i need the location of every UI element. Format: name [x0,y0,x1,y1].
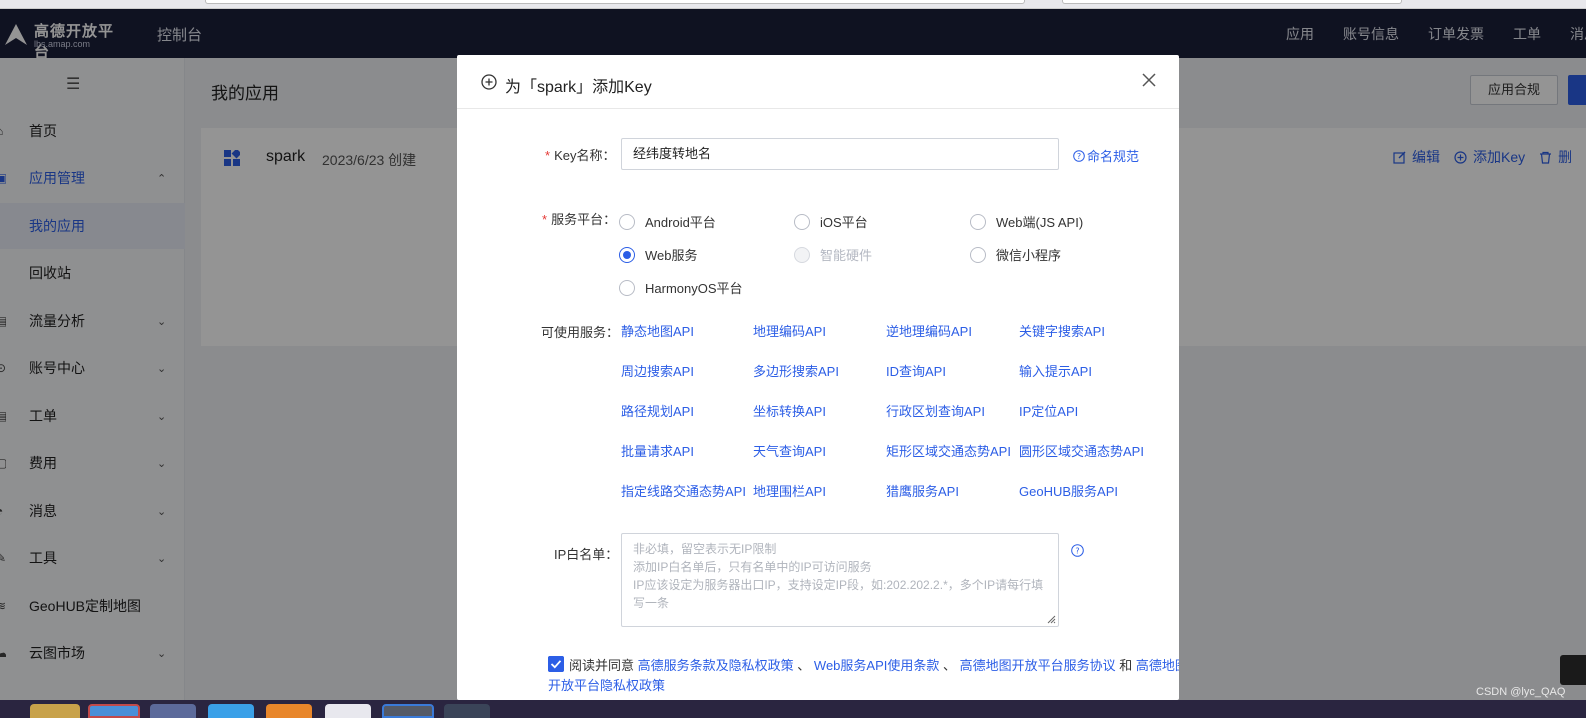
services-label: 可使用服务： [541,325,620,340]
placeholder-line: IP应该设定为服务器出口IP，支持设定IP段，如:202.202.2.*，多个I… [633,578,1044,592]
close-icon[interactable] [1141,72,1157,88]
separator: 、 [797,658,811,673]
radio-button [970,246,986,263]
api-link[interactable]: 静态地图API [621,321,694,340]
add-key-modal: 为「spark」添加Key * Key名称： 经纬度转地名 ? 命名规范 * 服务平… [457,55,1179,700]
add-circle-icon [481,74,497,90]
modal-title: 为「spark」添加Key [505,79,652,96]
radio-web-js[interactable]: Web端(JS API) [970,212,1083,231]
radio-smart-hardware: 智能硬件 [794,245,872,264]
api-link[interactable]: 周边搜索API [621,361,694,380]
placeholder-line: 写一条 [633,596,670,610]
api-link[interactable]: 指定线路交通态势API [621,481,746,500]
radio-button [619,246,635,263]
ip-whitelist-label: IP白名单： [554,547,619,562]
radio-button [970,213,986,230]
api-link[interactable]: IP定位API [1019,401,1078,420]
key-name-label: * Key名称： [545,148,616,163]
radio-android[interactable]: Android平台 [619,212,716,231]
terminal-app-icon[interactable] [444,704,490,718]
agree-checkbox[interactable] [548,656,564,672]
api-link[interactable]: 地理围栏API [753,481,826,500]
terms-privacy-link[interactable]: 高德服务条款及隐私权政策 [638,658,794,673]
help-circle-icon: ? [1073,149,1085,162]
browser-app-icon[interactable] [88,704,140,718]
browser-tab-strip [0,0,1586,9]
radio-button [794,213,810,230]
app-icon[interactable] [382,704,434,718]
web-api-terms-link[interactable]: Web服务API使用条款 [814,658,939,673]
radio-ios[interactable]: iOS平台 [794,212,868,231]
api-link[interactable]: 猎鹰服务API [886,481,959,500]
api-link[interactable]: 天气查询API [753,441,826,460]
api-link[interactable]: 批量请求API [621,441,694,460]
svg-text:?: ? [1077,152,1081,161]
api-link[interactable]: 路径规划API [621,401,694,420]
app-icon[interactable] [208,704,254,718]
api-link[interactable]: 地理编码API [753,321,826,340]
resize-handle-icon[interactable] [1047,615,1056,624]
api-link[interactable]: 坐标转换API [753,401,826,420]
browser-address-bar[interactable] [205,0,1025,4]
naming-rules-label: 命名规范 [1087,149,1140,164]
platform-label: * 服务平台： [542,212,617,227]
platform-privacy-link[interactable]: 高德地图 [1136,658,1179,673]
svg-text:?: ? [1075,547,1079,556]
key-name-input[interactable]: 经纬度转地名 [621,138,1059,170]
placeholder-line: 非必填，留空表示无IP限制 [633,542,777,556]
naming-rules-link[interactable]: ? 命名规范 [1073,146,1139,165]
taskbar [0,700,1586,718]
api-link[interactable]: 关键字搜索API [1019,321,1105,340]
conjunction: 和 [1119,658,1133,673]
help-circle-icon[interactable]: ? [1071,544,1084,557]
modal-header: 为「spark」添加Key [457,55,1179,109]
api-link[interactable]: 圆形区域交通态势API [1019,441,1144,460]
browser-search-bar[interactable] [1062,0,1402,4]
separator: 、 [943,658,957,673]
ip-whitelist-textarea[interactable]: 非必填，留空表示无IP限制 添加IP白名单后，只有名单中的IP可访问服务 IP应… [621,533,1059,627]
api-link[interactable]: 输入提示API [1019,361,1092,380]
radio-button [619,279,635,296]
radio-harmonyos[interactable]: HarmonyOS平台 [619,278,743,297]
placeholder-line: 添加IP白名单后，只有名单中的IP可访问服务 [633,560,872,574]
api-link[interactable]: 行政区划查询API [886,401,985,420]
api-link[interactable]: 矩形区域交通态势API [886,441,1011,460]
watermark: CSDN @lyc_QAQ [1476,686,1566,698]
floating-widget[interactable] [1560,655,1586,685]
files-app-icon[interactable] [30,704,80,718]
radio-button [794,246,810,263]
radio-button [619,213,635,230]
api-link[interactable]: GeoHUB服务API [1019,481,1118,500]
api-link[interactable]: 逆地理编码API [886,321,972,340]
app-icon[interactable] [325,704,371,718]
platform-service-agreement-link[interactable]: 高德地图开放平台服务协议 [960,658,1116,673]
agree-prefix: 阅读并同意 [569,658,635,673]
agreement-text: 阅读并同意 高德服务条款及隐私权政策 、 Web服务API使用条款 、 高德地图… [569,655,1179,674]
app-icon[interactable] [150,704,196,718]
api-link[interactable]: ID查询API [886,361,946,380]
radio-wechat-miniprogram[interactable]: 微信小程序 [970,245,1061,264]
app-icon[interactable] [266,704,312,718]
radio-web-service[interactable]: Web服务 [619,245,698,264]
api-link[interactable]: 多边形搜索API [753,361,839,380]
platform-privacy-link-cont[interactable]: 开放平台隐私权政策 [548,675,665,694]
